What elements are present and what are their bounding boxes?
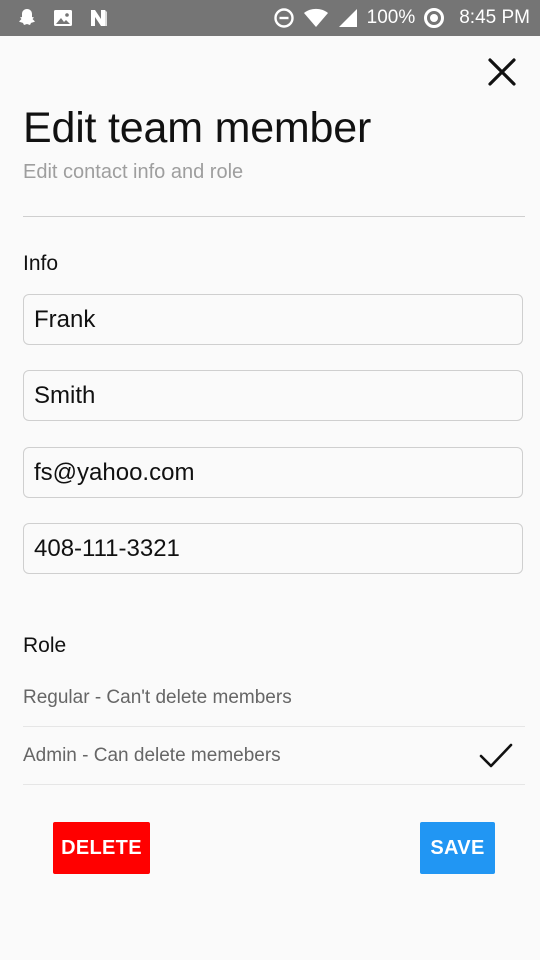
last-name-field[interactable]: [23, 370, 523, 421]
phone-field[interactable]: [23, 523, 523, 574]
role-divider: [23, 784, 525, 785]
role-option-label: Regular - Can't delete members: [23, 687, 292, 708]
last-name-input[interactable]: [24, 371, 522, 420]
n-app-icon: [88, 7, 110, 29]
role-section-label: Role: [23, 634, 67, 657]
delete-button[interactable]: DELETE: [53, 822, 150, 874]
email-field[interactable]: [23, 447, 523, 498]
close-icon: [487, 57, 517, 92]
role-option-regular[interactable]: Regular - Can't delete members: [23, 669, 525, 727]
header-divider: [23, 216, 525, 217]
wifi-icon: [303, 7, 329, 29]
info-section-label: Info: [23, 252, 59, 275]
role-option-admin[interactable]: Admin - Can delete memebers: [23, 727, 525, 785]
status-bar: 100% 8:45 PM: [0, 0, 540, 36]
checkmark-icon: [479, 742, 513, 776]
do-not-disturb-icon: [273, 7, 295, 29]
clock: 8:45 PM: [459, 7, 530, 28]
snapchat-icon: [16, 7, 38, 29]
cell-signal-icon: [337, 7, 359, 29]
first-name-field[interactable]: [23, 294, 523, 345]
first-name-input[interactable]: [24, 295, 522, 344]
page-subtitle: Edit contact info and role: [23, 161, 244, 183]
battery-percent: 100%: [366, 7, 416, 28]
battery-ring-icon: [423, 7, 445, 29]
phone-input[interactable]: [24, 524, 522, 573]
role-option-label: Admin - Can delete memebers: [23, 745, 281, 766]
close-button[interactable]: [484, 56, 520, 92]
image-icon: [52, 7, 74, 29]
save-button[interactable]: SAVE: [420, 822, 495, 874]
page-title: Edit team member: [23, 104, 372, 152]
email-input[interactable]: [24, 448, 522, 497]
